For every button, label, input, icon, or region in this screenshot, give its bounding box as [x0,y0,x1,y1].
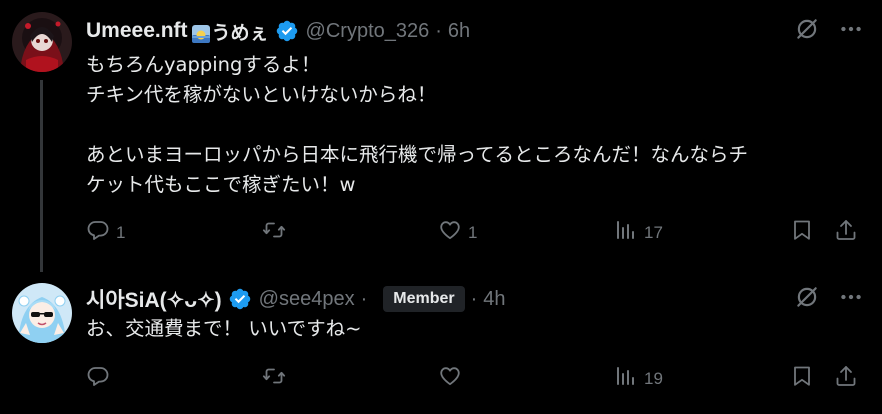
bookmark-button[interactable] [790,218,814,242]
share-button[interactable] [834,218,858,242]
bookmark-icon [790,218,814,242]
like-button[interactable] [438,364,468,388]
reply-icon [86,364,110,388]
member-badge[interactable]: Member [383,286,465,312]
view-count: 19 [644,369,663,388]
verified-badge-icon [228,287,252,311]
share-icon [834,218,858,242]
avatar[interactable] [12,12,72,72]
heart-icon [438,218,462,242]
retweet-button[interactable] [262,218,292,242]
tweet-text: もちろんyappingするよ！ チキン代を稼がないといけないからね！ あといまヨ… [86,53,749,196]
grok-icon[interactable] [794,284,820,310]
reply-icon [86,218,110,242]
user-handle[interactable]: @see4pex [259,288,355,311]
heart-icon [438,364,462,388]
reply-count: 1 [116,223,126,242]
display-name-suffix[interactable]: うめぇ [212,18,269,45]
tweet-header: Umeee.nft うめぇ @Crypto_326 · 6h [86,16,470,46]
separator-dot: · [360,287,368,310]
share-icon [834,364,858,388]
retweet-icon [262,218,286,242]
tweet-header: 시아SiA(✧ᴗ✧) @see4pex · Member · 4h [86,284,506,314]
separator-dot: · [470,287,478,310]
retweet-icon [262,364,286,388]
avatar[interactable] [12,283,72,343]
view-count: 17 [644,223,663,242]
share-button[interactable] [834,364,858,388]
retweet-button[interactable] [262,364,292,388]
bookmark-icon [790,364,814,388]
user-handle[interactable]: @Crypto_326 [306,20,430,43]
action-bar: 19 [86,364,864,392]
tweet[interactable]: 시아SiA(✧ᴗ✧) @see4pex · Member · 4h お、交通費ま… [0,270,882,414]
bookmark-button[interactable] [790,364,814,388]
tweet[interactable]: Umeee.nft うめぇ @Crypto_326 · 6h もちろんyappi… [0,0,882,272]
views-button[interactable]: 17 [614,218,663,242]
tweet-text: お、交通費まで！ いいですね~ [86,317,362,340]
reply-button[interactable] [86,364,116,388]
separator-dot: · [435,19,442,42]
tweet-time[interactable]: 4h [483,288,505,311]
views-button[interactable]: 19 [614,364,663,388]
tweet-time[interactable]: 6h [448,20,470,43]
reply-button[interactable]: 1 [86,218,125,242]
views-chart-icon [614,364,638,388]
thread-line [40,80,43,272]
more-icon[interactable] [838,284,864,310]
action-bar: 1 1 17 [86,218,864,246]
verified-badge-icon [275,19,299,43]
display-name[interactable]: Umeee.nft [86,19,188,43]
grok-icon[interactable] [794,16,820,42]
display-name[interactable]: 시아SiA(✧ᴗ✧) [86,284,222,314]
sunrise-emoji-icon [191,25,210,43]
more-icon[interactable] [838,16,864,42]
like-button[interactable]: 1 [438,218,477,242]
views-chart-icon [614,218,638,242]
like-count: 1 [468,223,478,242]
